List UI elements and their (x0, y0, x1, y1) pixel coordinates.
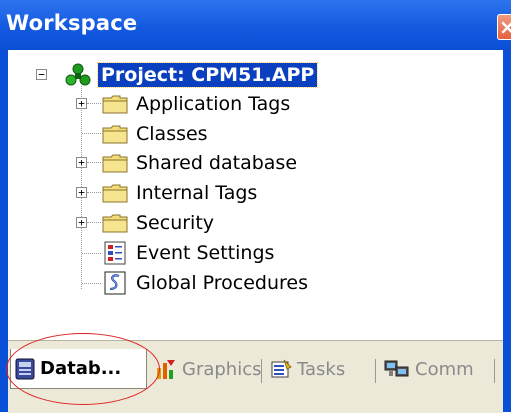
tree-item-classes[interactable]: Classes (8, 119, 503, 149)
workspace-tabs: Datab... Graphics Tasks Comm (8, 340, 503, 413)
tab-comm[interactable]: Comm (384, 351, 474, 387)
tree-node-project[interactable]: − Project: CPM51.APP (8, 60, 503, 90)
tree-item-label: Global Procedures (136, 272, 309, 294)
database-icon (15, 358, 35, 379)
tab-database[interactable]: Datab... (10, 349, 147, 389)
tree-item-global-procedures[interactable]: Global Procedures (8, 268, 503, 298)
tree-item-label: Security (136, 212, 215, 234)
tree-item-application-tags[interactable]: + Application Tags (8, 89, 503, 119)
event-settings-icon (104, 241, 126, 265)
folder-icon (102, 184, 128, 203)
project-label: Project: CPM51.APP (96, 62, 319, 88)
tree-item-label: Event Settings (136, 242, 275, 264)
close-button[interactable]: × (497, 14, 511, 40)
tab-separator (375, 359, 376, 383)
tree-item-security[interactable]: + Security (8, 208, 503, 238)
workspace-window: Workspace × − P (0, 0, 511, 413)
tree-item-label: Application Tags (136, 93, 291, 115)
workspace-panel: − Project: CPM51.APP + Application Tags (8, 50, 503, 413)
tab-separator (261, 359, 262, 383)
graphics-icon (157, 360, 175, 379)
tab-label: Datab... (40, 358, 122, 379)
window-border-right (503, 50, 511, 412)
tree-item-event-settings[interactable]: Event Settings (8, 238, 503, 268)
tab-tasks[interactable]: Tasks (270, 351, 345, 387)
expand-icon[interactable]: + (76, 187, 87, 198)
tree-item-label: Classes (136, 123, 208, 145)
expand-icon[interactable]: + (76, 98, 87, 109)
tree-item-shared-database[interactable]: + Shared database (8, 148, 503, 178)
title-bar[interactable]: Workspace × (0, 0, 511, 50)
tab-label: Tasks (297, 358, 346, 380)
close-icon: × (499, 15, 511, 39)
script-icon (104, 271, 126, 295)
project-icon (65, 63, 91, 86)
tasks-icon (271, 359, 292, 378)
comm-icon (384, 360, 409, 377)
tab-graphics[interactable]: Graphics (155, 351, 262, 387)
tab-label: Comm (415, 358, 474, 380)
collapse-icon[interactable]: − (36, 69, 47, 80)
tree-item-label: Internal Tags (136, 182, 258, 204)
folder-icon (102, 95, 128, 114)
project-tree: − Project: CPM51.APP + Application Tags (8, 50, 503, 340)
folder-icon (102, 125, 128, 144)
folder-icon (102, 214, 128, 233)
window-title: Workspace (6, 11, 138, 35)
folder-icon (102, 154, 128, 173)
expand-icon[interactable]: + (76, 157, 87, 168)
tab-label: Graphics (182, 358, 262, 380)
tree-item-label: Shared database (136, 152, 298, 174)
tree-item-internal-tags[interactable]: + Internal Tags (8, 178, 503, 208)
tab-separator (494, 359, 495, 383)
expand-icon[interactable]: + (76, 217, 87, 228)
